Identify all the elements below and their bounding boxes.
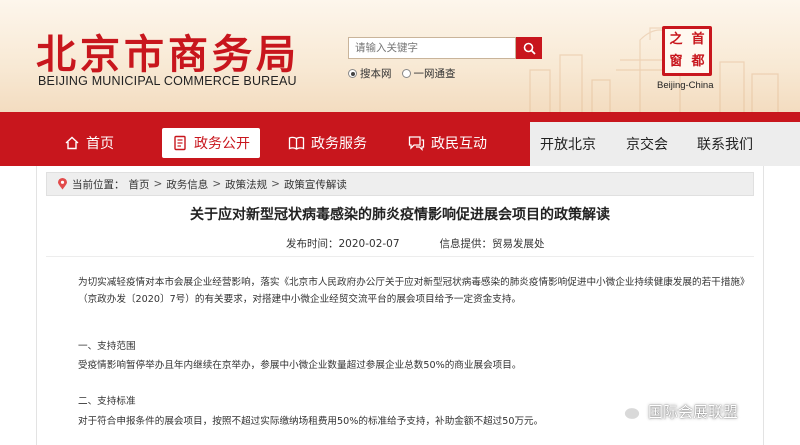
site-logo-title[interactable]: 北京市商务局 xyxy=(36,22,300,80)
nav-services[interactable]: 政务服务 xyxy=(288,128,367,158)
seal-caption: Beijing-China xyxy=(657,80,714,91)
publish-date-value: 2020-02-07 xyxy=(338,238,400,250)
nav-services-label: 政务服务 xyxy=(311,136,367,152)
nav-home-label: 首页 xyxy=(86,136,114,152)
nav-home[interactable]: 首页 xyxy=(64,128,114,158)
scope-site-option[interactable]: 搜本网 xyxy=(348,66,392,81)
article-paragraph-intro: 为切实减轻疫情对本市会展企业经营影响，落实《北京市人民政府办公厅关于应对新型冠状… xyxy=(78,277,745,305)
info-source-label: 信息提供： xyxy=(439,238,493,250)
watermark-text: 国际会展联盟 xyxy=(648,402,739,421)
breadcrumb-gov-info[interactable]: 政务信息 xyxy=(166,177,208,192)
breadcrumb-prefix: 当前位置： xyxy=(72,178,125,191)
section-heading-standard: 二、支持标准 xyxy=(78,396,136,407)
nav-interaction[interactable]: 政民互动 xyxy=(408,128,487,158)
site-header: 北京市商务局 BEIJING MUNICIPAL COMMERCE BUREAU… xyxy=(0,0,800,112)
chat-icon xyxy=(408,136,425,151)
breadcrumb-separator: > xyxy=(153,178,163,190)
breadcrumb-policies[interactable]: 政策法规 xyxy=(225,177,267,192)
nav-government-affairs-label: 政务公开 xyxy=(194,136,250,152)
breadcrumb-policy-interpretation[interactable]: 政策宣传解读 xyxy=(284,177,347,192)
seal-char: 都 xyxy=(691,54,705,69)
seal-char: 窗 xyxy=(669,54,683,69)
site-logo-subtitle: BEIJING MUNICIPAL COMMERCE BUREAU xyxy=(38,74,297,88)
scope-site-label: 搜本网 xyxy=(360,68,392,80)
article-paragraph-scope: 受疫情影响暂停举办且年内继续在京举办，参展中小微企业数量超过参展企业总数50%的… xyxy=(78,360,522,371)
book-icon xyxy=(288,136,305,150)
nav-interaction-label: 政民互动 xyxy=(431,136,487,152)
home-icon xyxy=(65,136,79,150)
seal-char: 首 xyxy=(691,32,705,47)
radio-unselected[interactable] xyxy=(401,69,411,78)
city-skyline-decoration xyxy=(529,27,779,112)
capital-window-seal-logo: 之 首 窗 都 xyxy=(662,26,712,76)
section-heading-scope: 一、支持范围 xyxy=(78,341,136,352)
search-button[interactable] xyxy=(516,37,542,59)
search-icon xyxy=(523,42,536,55)
info-source-value: 贸易发展处 xyxy=(492,238,545,250)
search-scope: 搜本网 一网通查 xyxy=(348,66,456,81)
nav-open-beijing[interactable]: 开放北京 xyxy=(540,134,596,154)
nav-government-affairs[interactable]: 政务公开 xyxy=(162,128,260,158)
article-meta: 发布时间：2020-02-07 信息提供：贸易发展处 xyxy=(286,236,545,251)
scope-all-option[interactable]: 一网通查 xyxy=(401,66,456,81)
seal-char: 之 xyxy=(669,32,683,47)
scope-all-label: 一网通查 xyxy=(413,68,456,80)
wechat-watermark: 国际会展联盟 xyxy=(612,400,738,422)
breadcrumb: 当前位置： 首页 > 政务信息 > 政策法规 > 政策宣传解读 xyxy=(46,172,754,196)
breadcrumb-separator: > xyxy=(271,178,280,190)
search-input[interactable] xyxy=(348,37,516,59)
publish-date-label: 发布时间： xyxy=(286,238,339,250)
location-pin-icon xyxy=(58,178,67,190)
info-source: 信息提供：贸易发展处 xyxy=(440,236,545,251)
radio-selected[interactable] xyxy=(348,69,357,78)
document-icon xyxy=(174,135,186,151)
secondary-nav: 开放北京 京交会 联系我们 xyxy=(530,122,800,166)
article-title: 关于应对新型冠状病毒感染的肺炎疫情影响促进展会项目的政策解读 xyxy=(190,207,610,223)
nav-contact-us[interactable]: 联系我们 xyxy=(697,134,753,154)
wechat-icon xyxy=(612,400,641,421)
meta-divider xyxy=(46,256,754,257)
breadcrumb-home[interactable]: 首页 xyxy=(129,177,150,192)
nav-ciftis[interactable]: 京交会 xyxy=(626,134,668,154)
breadcrumb-separator: > xyxy=(212,178,222,190)
publish-date: 发布时间：2020-02-07 xyxy=(286,236,400,251)
